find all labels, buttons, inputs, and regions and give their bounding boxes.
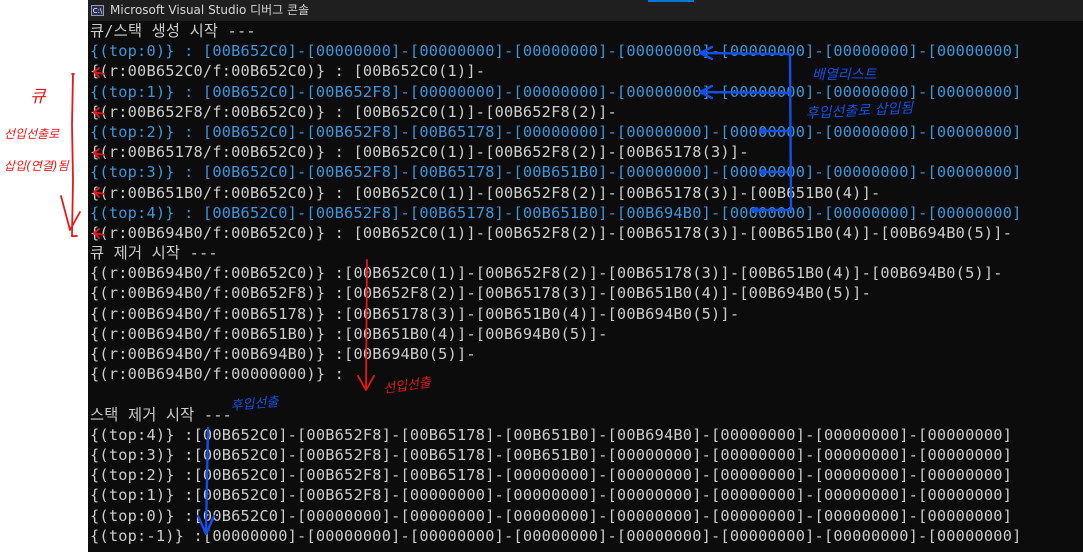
console-line: {(r:00B651B0/f:00B652C0)} : [00B652C0(1)…: [90, 183, 881, 202]
console-line: {(top:3)} :[00B652C0]-[00B652F8]-[00B651…: [90, 445, 1013, 464]
console-line: {(r:00B652F8/f:00B652C0)} : [00B652C0(1)…: [90, 102, 617, 121]
console-app-icon: C:\: [91, 5, 104, 16]
fifo-insert-note-line1: 선입선출로: [4, 127, 60, 141]
console-line: {(r:00B694B0/f:00B694B0)} :[00B694B0(5)]…: [90, 345, 476, 363]
bracket-vertical-line: [71, 73, 74, 237]
console-line: {(r:00B65178/f:00B652C0)} : [00B652C0(1)…: [90, 143, 749, 162]
console-line: {(top:4)} : [00B652C0]-[00B652F8]-[00B65…: [90, 203, 1022, 222]
down-arrow-icon: [60, 195, 81, 231]
queue-label-note: 큐: [30, 87, 47, 107]
console-line: {(r:00B694B0/f:00B652F8)} :[00B652F8(2)]…: [90, 284, 871, 303]
console-line: {(r:00B694B0/f:00000000)} :: [90, 365, 345, 384]
console-line: {(top:1)} :[00B652C0]-[00B652F8]-[000000…: [90, 486, 1013, 505]
window-title: Microsoft Visual Studio 디버그 콘솔: [110, 3, 310, 17]
console-line: {(r:00B694B0/f:00B652C0)} : [00B652C0(1)…: [90, 223, 1013, 242]
console-line: {(r:00B694B0/f:00B65178)} :[00B65178(3)]…: [90, 304, 740, 323]
console-output[interactable]: 큐/스택 생성 시작 --- {(top:0)} : [00B652C0]-[00…: [90, 21, 1083, 552]
debug-console-window: C:\ Microsoft Visual Studio 디버그 콘솔 큐/스택 …: [88, 0, 1083, 552]
console-line: 큐 제거 시작 ---: [90, 244, 218, 263]
console-line: {(r:00B694B0/f:00B651B0)} :[00B651B0(4)]…: [90, 324, 608, 343]
console-line: {(top:0)} : [00B652C0]-[00000000]-[00000…: [90, 42, 1022, 61]
console-line: {(top:1)} : [00B652C0]-[00B652F8]-[00000…: [90, 82, 1022, 101]
console-line: {(top:2)} : [00B652C0]-[00B652F8]-[00B65…: [90, 122, 1022, 141]
fifo-insert-note-line2: 삽입(연결)됨: [4, 159, 70, 173]
console-line: 스택 제거 시작 ---: [90, 405, 233, 424]
console-line: {(top:3)} : [00B652C0]-[00B652F8]-[00B65…: [90, 163, 1022, 182]
console-line: {(top:4)} :[00B652C0]-[00B652F8]-[00B651…: [90, 425, 1013, 444]
console-line: {(r:00B652C0/f:00B652C0)} : [00B652C0(1)…: [90, 62, 486, 81]
title-bar[interactable]: C:\ Microsoft Visual Studio 디버그 콘솔: [88, 0, 1083, 21]
console-line: {(top:0)} :[00B652C0]-[00000000]-[000000…: [90, 506, 1013, 525]
console-line: 큐/스택 생성 시작 ---: [90, 22, 256, 40]
console-line: {(top:2)} :[00B652C0]-[00B652F8]-[00B651…: [90, 466, 1013, 485]
console-line: {(r:00B694B0/f:00B652C0)} :[00B652C0(1)]…: [90, 264, 1003, 283]
taskbar-active-indicator: [648, 0, 694, 2]
console-line: {(top:-1)} :[00000000]-[00000000]-[00000…: [90, 526, 1022, 545]
screenshot: C:\ Microsoft Visual Studio 디버그 콘솔 큐/스택 …: [0, 0, 1083, 552]
